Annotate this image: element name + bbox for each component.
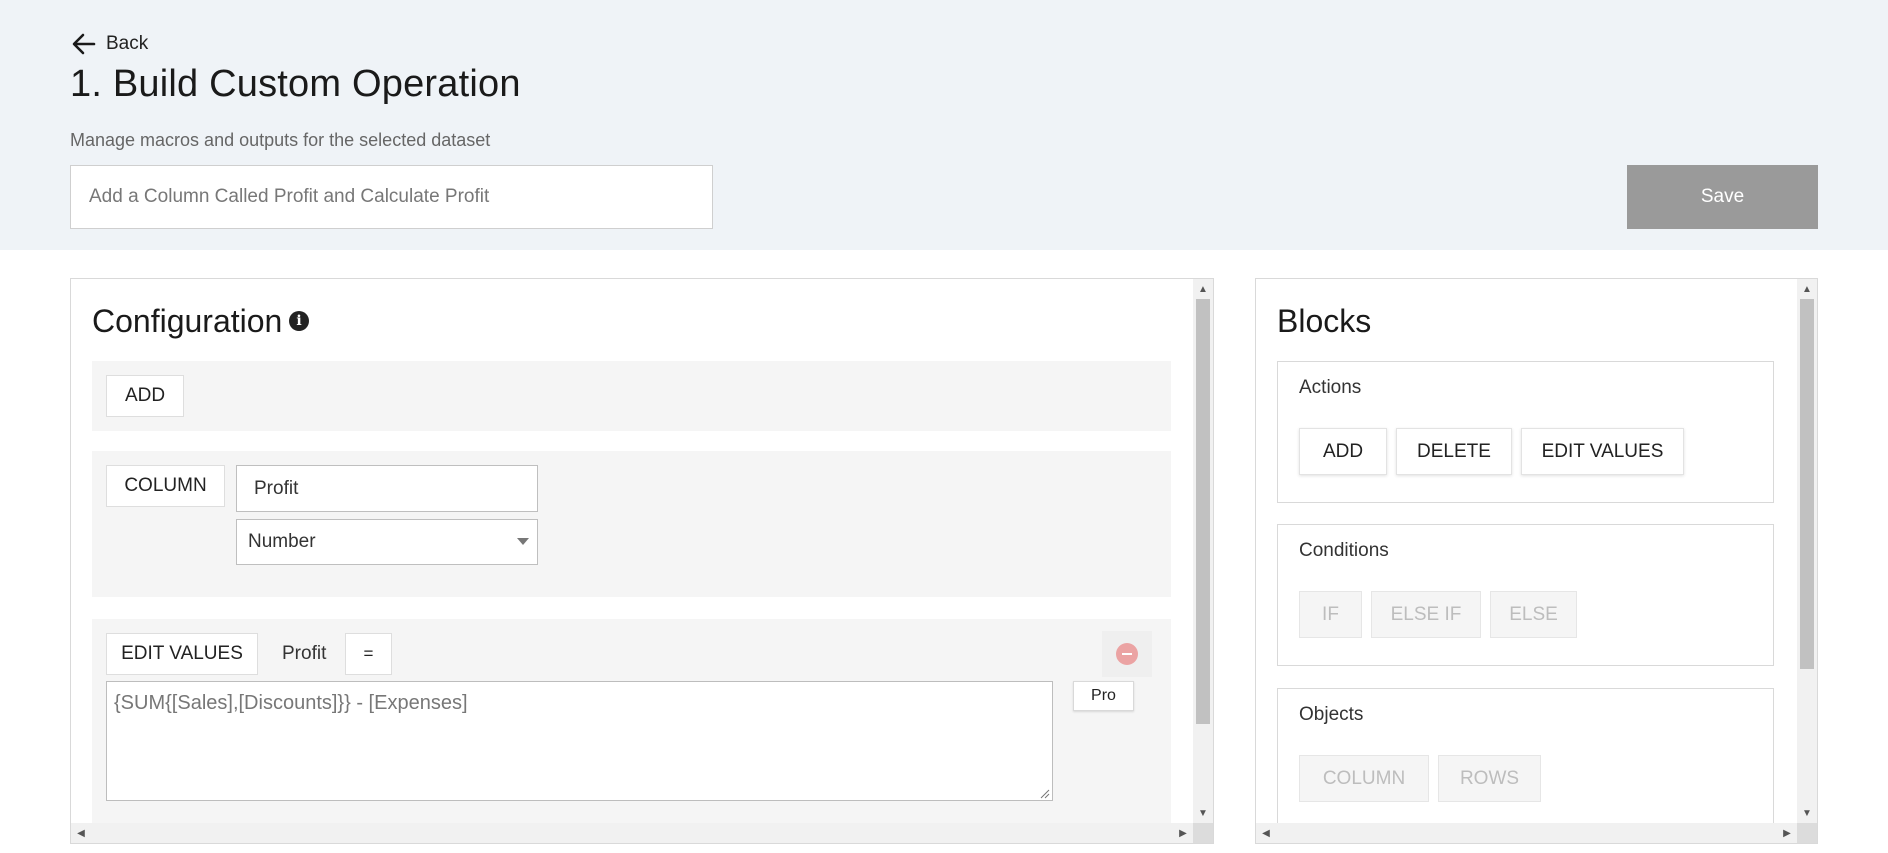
chevron-down-icon [517, 538, 529, 545]
configuration-panel: Configuration i ADD COLUMN Profit Number… [70, 278, 1214, 844]
condition-else-chip: ELSE [1490, 591, 1577, 638]
scroll-up-icon[interactable]: ▲ [1797, 279, 1817, 299]
scroll-down-icon[interactable]: ▼ [1797, 803, 1817, 823]
save-button[interactable]: Save [1627, 165, 1818, 229]
condition-if-chip: IF [1299, 591, 1362, 638]
conditions-group-title: Conditions [1299, 540, 1389, 561]
condition-else-if-chip: ELSE IF [1371, 591, 1481, 638]
scroll-right-icon[interactable]: ▶ [1777, 823, 1797, 843]
scroll-thumb[interactable] [1196, 299, 1210, 724]
formula-textarea[interactable]: {SUM{[Sales],[Discounts]}} - [Expenses] [106, 681, 1053, 801]
object-rows-chip: ROWS [1438, 755, 1541, 802]
scroll-down-icon[interactable]: ▼ [1193, 803, 1213, 823]
back-label: Back [106, 33, 149, 54]
scroll-corner [1193, 823, 1213, 843]
column-block-chip[interactable]: COLUMN [106, 465, 225, 507]
scroll-up-icon[interactable]: ▲ [1193, 279, 1213, 299]
objects-group: Objects COLUMN ROWS [1277, 688, 1774, 830]
edit-values-block-row: EDIT VALUES Profit = {SUM{[Sales],[Disco… [92, 619, 1171, 843]
objects-group-title: Objects [1299, 704, 1364, 725]
page-subtitle: Manage macros and outputs for the select… [70, 130, 491, 150]
blocks-horizontal-scrollbar[interactable]: ◀ ▶ [1256, 823, 1797, 843]
configuration-vertical-scrollbar[interactable]: ▲ ▼ [1193, 279, 1213, 823]
scroll-corner [1797, 823, 1817, 843]
conditions-group: Conditions IF ELSE IF ELSE [1277, 524, 1774, 666]
info-icon[interactable]: i [289, 311, 309, 331]
autocomplete-suggestion[interactable]: Pro [1073, 681, 1134, 711]
add-block-chip[interactable]: ADD [106, 375, 184, 417]
scroll-thumb[interactable] [1800, 299, 1814, 669]
action-delete-chip[interactable]: DELETE [1396, 428, 1512, 475]
scroll-left-icon[interactable]: ◀ [71, 823, 91, 843]
scroll-right-icon[interactable]: ▶ [1173, 823, 1193, 843]
blocks-vertical-scrollbar[interactable]: ▲ ▼ [1797, 279, 1817, 823]
blocks-title: Blocks [1277, 303, 1372, 339]
configuration-title: Configuration [92, 303, 283, 339]
operator-chip[interactable]: = [345, 633, 392, 675]
column-type-select[interactable]: Number [236, 519, 538, 565]
actions-group-title: Actions [1299, 377, 1362, 398]
column-type-value: Number [248, 531, 316, 552]
configuration-horizontal-scrollbar[interactable]: ◀ ▶ [71, 823, 1193, 843]
column-name-field[interactable]: Profit [236, 465, 538, 512]
remove-block-button[interactable] [1102, 631, 1152, 677]
scroll-left-icon[interactable]: ◀ [1256, 823, 1276, 843]
action-add-chip[interactable]: ADD [1299, 428, 1387, 475]
blocks-panel: Blocks Actions ADD DELETE EDIT VALUES Co… [1255, 278, 1818, 844]
edit-target-label: Profit [282, 643, 327, 664]
resize-grip-icon[interactable] [1040, 789, 1050, 799]
add-block-row: ADD [92, 361, 1171, 431]
back-arrow-icon [72, 33, 96, 55]
remove-circle-icon [1116, 643, 1138, 665]
column-block-row: COLUMN Profit Number [92, 451, 1171, 597]
operation-name-input[interactable] [70, 165, 713, 229]
edit-values-block-chip[interactable]: EDIT VALUES [106, 633, 258, 675]
page-title: 1. Build Custom Operation [70, 63, 521, 105]
action-edit-values-chip[interactable]: EDIT VALUES [1521, 428, 1684, 475]
actions-group: Actions ADD DELETE EDIT VALUES [1277, 361, 1774, 503]
object-column-chip: COLUMN [1299, 755, 1429, 802]
back-link[interactable]: Back [70, 30, 148, 58]
